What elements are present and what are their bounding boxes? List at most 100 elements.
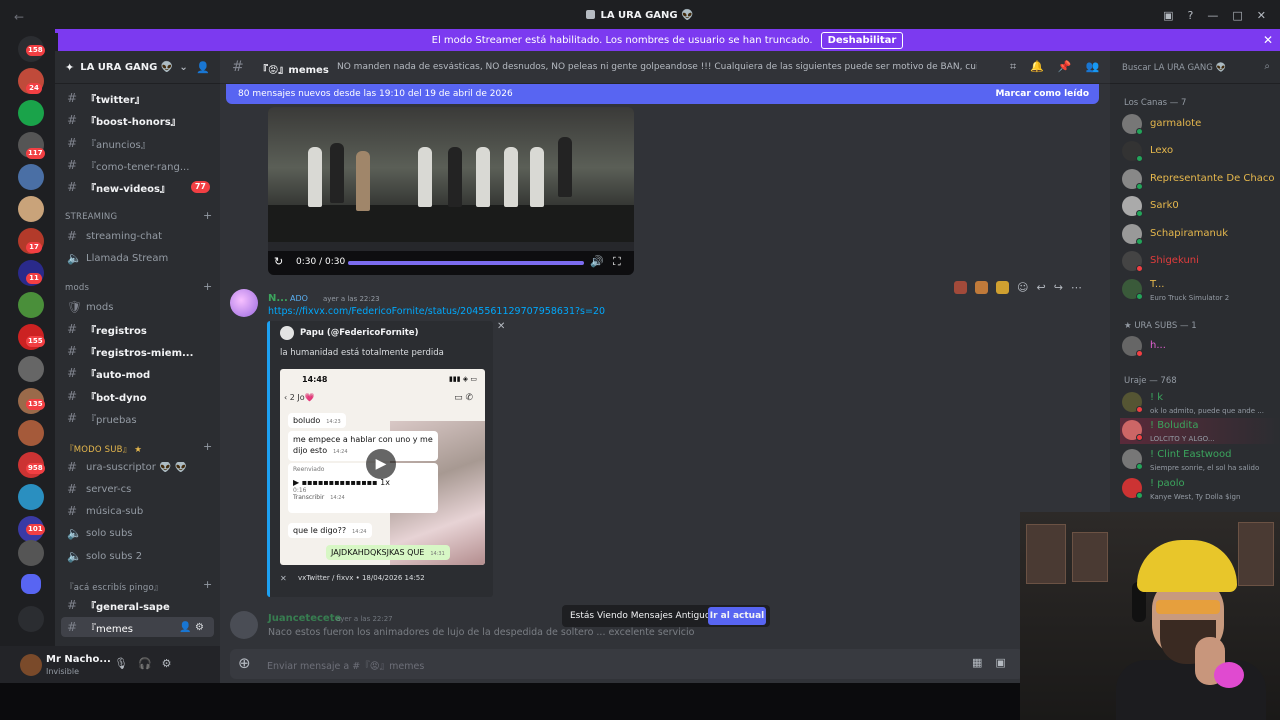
- forward-icon[interactable]: ↪: [1054, 281, 1063, 294]
- channel-general-sape[interactable]: # 『general-sape: [55, 595, 220, 615]
- minimize-icon[interactable]: —: [1207, 9, 1218, 22]
- channel-mods[interactable]: 🛡 mods: [55, 297, 220, 317]
- gear-icon[interactable]: ⚙: [162, 657, 172, 670]
- members-icon[interactable]: 👥: [1086, 60, 1100, 74]
- close-icon[interactable]: ✕: [1257, 9, 1266, 22]
- server-icon[interactable]: [18, 420, 44, 446]
- server-icon[interactable]: [18, 484, 44, 510]
- category-mods[interactable]: mods +: [65, 280, 212, 293]
- video-progress[interactable]: [348, 261, 584, 265]
- category-modo-sub[interactable]: 『MODO SUB』 ★ +: [65, 440, 212, 455]
- embed-author[interactable]: Papu (@FedericoFornite): [300, 328, 418, 338]
- server-icon[interactable]: [18, 356, 44, 382]
- headphones-icon[interactable]: 🎧: [138, 657, 152, 670]
- jump-to-present-button[interactable]: Ir al actual: [708, 607, 766, 625]
- reply-icon[interactable]: ↩: [1036, 281, 1045, 294]
- bell-icon[interactable]: 🔔: [1030, 60, 1044, 74]
- microphone-icon[interactable]: 🎙: [114, 657, 128, 670]
- member-item[interactable]: ! paolo Kanye West, Ty Dolla $ign: [1120, 476, 1280, 502]
- category-aca-escribis-pingo[interactable]: 『acá escribís pingo』 +: [65, 578, 212, 593]
- category-streaming[interactable]: STREAMING +: [65, 209, 212, 222]
- member-item[interactable]: Schapiramanuk: [1120, 222, 1280, 248]
- channel-registros[interactable]: # 『registros: [55, 319, 220, 339]
- channel-registros-miembros[interactable]: # 『registros-miem...: [55, 341, 220, 361]
- member-item[interactable]: Lexo: [1120, 139, 1280, 165]
- disable-streamer-button[interactable]: Deshabilitar: [820, 31, 904, 49]
- member-item[interactable]: h...: [1120, 334, 1280, 360]
- channel-memes[interactable]: # 『memes 👤 ⚙: [61, 617, 214, 637]
- member-item[interactable]: Shigekuni: [1120, 249, 1280, 275]
- channel-musica-sub[interactable]: # música-sub: [55, 501, 220, 521]
- avatar[interactable]: [20, 654, 42, 676]
- channel-server-cs[interactable]: # server-cs: [55, 479, 220, 499]
- member-item[interactable]: Sark0: [1120, 194, 1280, 220]
- gift-icon[interactable]: ▦: [972, 656, 982, 669]
- reaction-icon[interactable]: [996, 281, 1009, 294]
- add-attachment-icon[interactable]: ⊕: [238, 654, 251, 672]
- channel-como-tener-rango[interactable]: # 『como-tener-rang...: [55, 155, 220, 175]
- banner-close-icon[interactable]: ✕: [1263, 33, 1273, 47]
- member-item[interactable]: T... Euro Truck Simulator 2: [1120, 277, 1280, 303]
- mark-read-button[interactable]: Marcar como leído: [995, 89, 1089, 99]
- add-user-icon[interactable]: 👤: [196, 61, 210, 74]
- search-input[interactable]: Buscar LA URA GANG 👽: [1122, 63, 1226, 73]
- message-composer[interactable]: ⊕ Enviar mensaje a #『😡』memes ▦ ▣: [230, 649, 1024, 679]
- server-icon[interactable]: [18, 540, 44, 566]
- channel-twitter[interactable]: # 『twitter』: [55, 88, 220, 108]
- channel-bot-dyno[interactable]: # 『bot-dyno: [55, 386, 220, 406]
- message-input[interactable]: Enviar mensaje a #『😡』memes: [267, 658, 424, 672]
- server-icon[interactable]: [18, 292, 44, 318]
- replay-icon[interactable]: ↻: [274, 255, 283, 268]
- add-reaction-icon[interactable]: ☺: [1017, 281, 1028, 294]
- search-icon[interactable]: ⌕: [1264, 61, 1270, 72]
- channel-solo-subs[interactable]: 🔈 solo subs: [55, 523, 220, 543]
- channel-streaming-chat[interactable]: # streaming-chat: [55, 226, 220, 246]
- gif-icon[interactable]: ▣: [995, 656, 1005, 669]
- member-item[interactable]: garmalote: [1120, 112, 1280, 138]
- server-icon[interactable]: [18, 196, 44, 222]
- channel-settings-icons[interactable]: 👤 ⚙: [179, 622, 204, 633]
- channel-new-videos[interactable]: # 『new-videos』 77: [55, 177, 220, 197]
- close-icon[interactable]: ✕: [497, 321, 505, 332]
- add-channel-icon[interactable]: +: [203, 578, 212, 591]
- member-item[interactable]: ! Boludita LOLCITO Y ALGO...: [1120, 418, 1280, 444]
- folder-icon[interactable]: [21, 574, 41, 594]
- channel-ura-suscriptor[interactable]: # ura-suscriptor 👽 👽: [55, 457, 220, 477]
- avatar[interactable]: [230, 611, 258, 639]
- server-icon[interactable]: [18, 164, 44, 190]
- play-icon[interactable]: ▶: [366, 449, 396, 479]
- member-item[interactable]: ! k ok lo admito, puede que ande ...: [1120, 390, 1280, 416]
- message-author[interactable]: N...: [268, 293, 288, 304]
- member-item[interactable]: Representante De Chaco: [1120, 167, 1280, 193]
- add-channel-icon[interactable]: +: [203, 280, 212, 293]
- volume-icon[interactable]: 🔊: [590, 255, 604, 268]
- new-messages-bar[interactable]: 80 mensajes nuevos desde las 19:10 del 1…: [226, 84, 1099, 104]
- embed-video[interactable]: 14:48 ▮▮▮ ◈ ▭ ‹ 2 Jo💗 ▭ ✆ boludo 14:23 me…: [280, 369, 485, 565]
- server-icon[interactable]: [18, 606, 44, 632]
- pin-icon[interactable]: 📌: [1058, 60, 1072, 74]
- message-author[interactable]: Juancetecete: [268, 613, 341, 624]
- channel-llamada-stream[interactable]: 🔈 Llamada Stream: [55, 248, 220, 268]
- add-channel-icon[interactable]: +: [203, 209, 212, 222]
- avatar[interactable]: [230, 289, 258, 317]
- search-bar[interactable]: Buscar LA URA GANG 👽 ⌕: [1110, 51, 1280, 84]
- channel-solo-subs-2[interactable]: 🔈 solo subs 2: [55, 546, 220, 566]
- more-icon[interactable]: ⋯: [1071, 281, 1082, 294]
- channel-boost-honors[interactable]: # 『boost-honors』: [55, 110, 220, 130]
- member-item[interactable]: ! Clint Eastwood Siempre sonrie, el sol h…: [1120, 447, 1280, 473]
- maximize-icon[interactable]: □: [1232, 9, 1242, 22]
- reaction-icon[interactable]: [954, 281, 967, 294]
- channel-anuncios[interactable]: # 『anuncios』: [55, 133, 220, 153]
- guild-header[interactable]: ✦ LA URA GANG 👽 ⌄ 👤: [55, 51, 220, 84]
- inbox-icon[interactable]: ▣: [1163, 9, 1173, 22]
- reaction-icon[interactable]: [975, 281, 988, 294]
- video-player[interactable]: ↻ 0:30 / 0:30 🔊 ⛶: [268, 107, 634, 275]
- server-icon[interactable]: [18, 100, 44, 126]
- channel-auto-mod[interactable]: # 『auto-mod: [55, 363, 220, 383]
- message-link[interactable]: https://fixvx.com/FedericoFornite/status…: [268, 306, 605, 317]
- channel-topic[interactable]: NO manden nada de esvásticas, NO desnudo…: [337, 62, 977, 72]
- threads-icon[interactable]: ⌗: [1010, 60, 1016, 74]
- help-icon[interactable]: ?: [1188, 9, 1194, 22]
- add-channel-icon[interactable]: +: [203, 440, 212, 453]
- fullscreen-icon[interactable]: ⛶: [613, 255, 621, 269]
